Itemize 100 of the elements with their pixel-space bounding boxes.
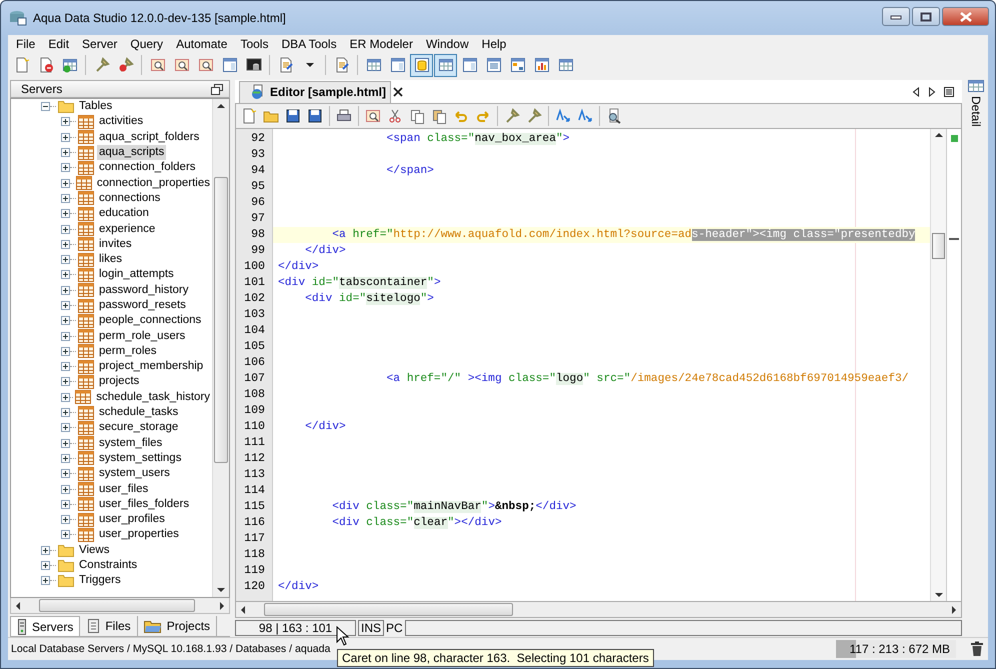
tree-item[interactable]: likes — [97, 252, 124, 268]
menu-item[interactable]: ER Modeler — [350, 36, 420, 50]
tree-item[interactable]: user_files_folders — [97, 496, 192, 512]
expand-icon[interactable] — [61, 178, 70, 188]
menu-item[interactable]: Window — [426, 36, 476, 50]
expand-icon[interactable] — [61, 240, 70, 249]
tree-item[interactable]: user_properties — [97, 527, 181, 542]
tree-item[interactable]: Tables — [77, 99, 114, 114]
tree-item[interactable]: schedule_task_history — [94, 390, 212, 405]
scroll-thumb[interactable] — [214, 177, 228, 463]
expand-icon[interactable] — [61, 469, 70, 478]
code-line: <div class="clear"></div> — [331, 517, 502, 529]
code-line: </div> — [278, 261, 319, 273]
code-line: <div id="tabscontainer"> — [278, 277, 441, 289]
tree-item[interactable]: connections — [97, 190, 162, 206]
expand-icon[interactable] — [61, 438, 70, 448]
tree-item[interactable]: user_profiles — [97, 512, 167, 528]
tree-item[interactable]: user_files — [97, 482, 150, 497]
expand-icon[interactable] — [61, 255, 70, 264]
trash-icon[interactable] — [970, 641, 984, 657]
expand-icon[interactable] — [61, 530, 70, 540]
expand-icon[interactable] — [61, 392, 70, 402]
table-icon[interactable] — [434, 54, 457, 76]
close-icon[interactable] — [393, 86, 404, 96]
previous-icon[interactable] — [912, 86, 920, 96]
expand-icon[interactable] — [61, 117, 70, 126]
scrollbar[interactable] — [10, 598, 230, 614]
menu-item[interactable]: Query — [130, 36, 170, 50]
close-button[interactable] — [942, 7, 989, 26]
menu-item[interactable]: DBA Tools — [281, 36, 344, 50]
tree-item[interactable]: education — [97, 206, 151, 222]
table-icon[interactable] — [968, 80, 984, 92]
expand-icon[interactable] — [61, 408, 70, 418]
tree-item[interactable]: projects — [97, 374, 142, 390]
minimize-button[interactable] — [882, 7, 910, 26]
tree-item[interactable]: Triggers — [77, 573, 123, 588]
tree-item[interactable]: invites — [97, 236, 134, 252]
tree-item[interactable]: secure_storage — [97, 420, 180, 436]
expand-icon[interactable] — [61, 148, 70, 158]
expand-icon[interactable] — [61, 500, 70, 509]
menu-item[interactable]: File — [16, 36, 42, 50]
menu-item[interactable]: Help — [482, 36, 514, 50]
expand-icon[interactable] — [61, 270, 70, 280]
expand-icon[interactable] — [61, 132, 70, 142]
expand-icon[interactable] — [61, 423, 70, 432]
scroll-thumb[interactable] — [264, 603, 513, 616]
scroll-thumb[interactable] — [39, 599, 195, 612]
panel-tab[interactable]: Servers — [10, 616, 80, 636]
side-tab[interactable]: Detail — [969, 96, 983, 127]
tree-item[interactable]: experience — [97, 222, 158, 237]
expand-icon[interactable] — [61, 224, 70, 234]
tree-item[interactable]: perm_role_users — [97, 328, 188, 344]
expand-icon[interactable] — [41, 561, 50, 570]
expand-icon[interactable] — [61, 286, 70, 295]
tree-item[interactable]: project_membership — [97, 359, 206, 374]
database-icon[interactable] — [410, 54, 433, 76]
list-icon[interactable] — [944, 86, 954, 96]
tree-item[interactable]: connection_folders — [97, 160, 198, 176]
tree-item[interactable]: system_settings — [97, 450, 184, 466]
line-number: 98 — [250, 227, 266, 243]
scrollbar[interactable] — [235, 602, 962, 618]
collapse-icon[interactable] — [41, 102, 50, 112]
tree-item[interactable]: login_attempts — [97, 267, 176, 282]
expand-icon[interactable] — [61, 194, 70, 203]
expand-icon[interactable] — [61, 346, 70, 356]
menu-item[interactable]: Edit — [48, 36, 76, 50]
tree-item[interactable]: password_resets — [97, 298, 188, 313]
menu-item[interactable]: Server — [82, 36, 124, 50]
expand-icon[interactable] — [61, 316, 70, 326]
tree-item[interactable]: aqua_script_folders — [97, 130, 202, 145]
tree-item[interactable]: people_connections — [97, 313, 204, 328]
tree-item[interactable]: aqua_scripts — [97, 145, 166, 160]
maximize-button[interactable] — [912, 7, 940, 26]
expand-icon[interactable] — [61, 515, 70, 524]
expand-icon[interactable] — [61, 454, 70, 463]
line-number: 103 — [243, 307, 266, 323]
expand-icon[interactable] — [61, 301, 70, 310]
tree-item[interactable]: activities — [97, 114, 146, 130]
tree-item[interactable]: password_history — [97, 282, 190, 298]
expand-icon[interactable] — [61, 163, 70, 172]
expand-icon[interactable] — [61, 362, 70, 372]
tree-item[interactable]: system_files — [97, 436, 164, 451]
expand-icon[interactable] — [61, 332, 70, 341]
expand-icon[interactable] — [61, 209, 70, 218]
tree-item[interactable]: system_users — [97, 466, 172, 482]
tree-item[interactable]: Views — [77, 542, 112, 558]
expand-icon[interactable] — [41, 546, 50, 555]
next-icon[interactable] — [928, 86, 936, 96]
editor-tab[interactable]: Editor [sample.html] — [239, 80, 392, 102]
restore-icon[interactable] — [211, 84, 223, 94]
menu-item[interactable]: Tools — [240, 36, 276, 50]
tree-item[interactable]: schedule_tasks — [97, 405, 180, 420]
expand-icon[interactable] — [61, 484, 70, 494]
scroll-thumb[interactable] — [932, 233, 945, 259]
menu-item[interactable]: Automate — [176, 36, 234, 50]
expand-icon[interactable] — [41, 576, 50, 586]
tree-item[interactable]: Constraints — [77, 558, 140, 574]
tree-item[interactable]: perm_roles — [97, 344, 159, 359]
expand-icon[interactable] — [61, 377, 70, 386]
tree-item[interactable]: connection_properties — [94, 176, 212, 191]
